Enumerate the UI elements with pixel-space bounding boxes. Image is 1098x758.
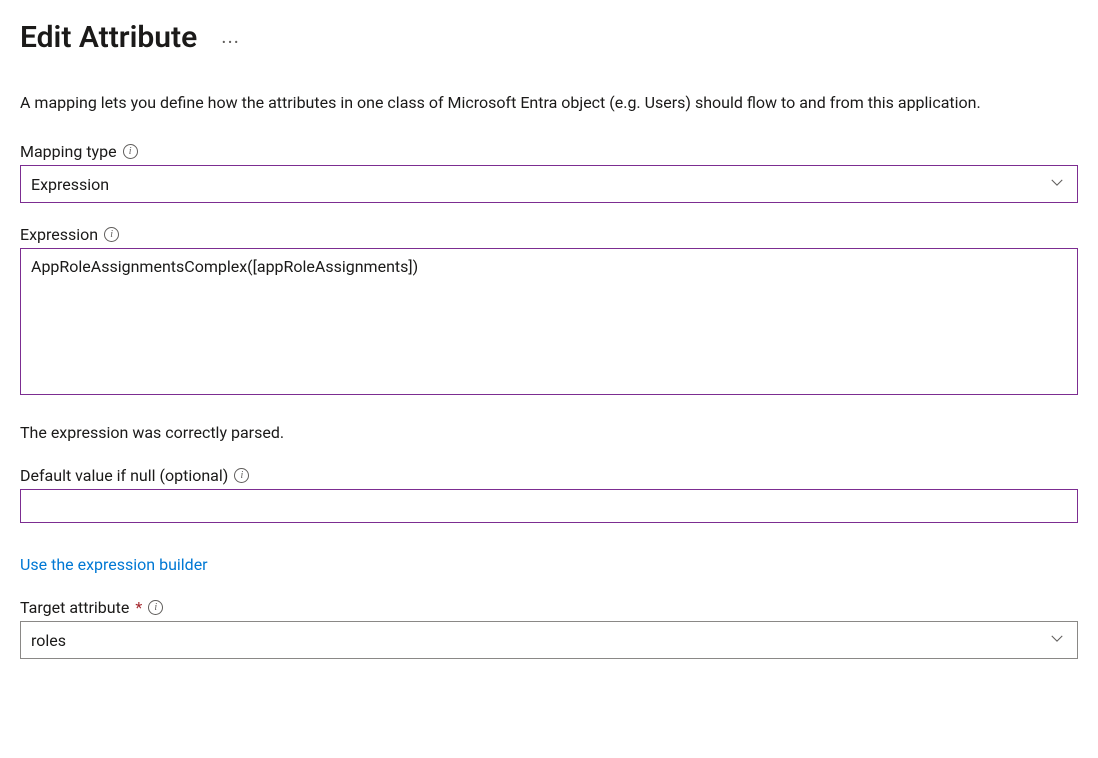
page-title: Edit Attribute [20, 20, 197, 55]
target-attribute-value: roles [20, 621, 1078, 659]
expression-status-text: The expression was correctly parsed. [20, 423, 1078, 442]
expression-label: Expression [20, 225, 98, 244]
target-attribute-label: Target attribute [20, 598, 129, 617]
page-description: A mapping lets you define how the attrib… [20, 91, 1078, 114]
info-icon[interactable] [123, 144, 138, 159]
mapping-type-select[interactable]: Expression [20, 165, 1078, 203]
expression-input[interactable] [20, 248, 1078, 395]
info-icon[interactable] [148, 600, 163, 615]
target-attribute-field-group: Target attribute * roles [20, 598, 1078, 659]
expression-builder-link[interactable]: Use the expression builder [20, 555, 208, 574]
info-icon[interactable] [104, 227, 119, 242]
default-value-input[interactable] [20, 489, 1078, 523]
mapping-type-value: Expression [20, 165, 1078, 203]
mapping-type-label: Mapping type [20, 142, 117, 161]
default-value-field-group: Default value if null (optional) [20, 466, 1078, 523]
more-options-icon[interactable]: ··· [213, 26, 248, 58]
target-attribute-select[interactable]: roles [20, 621, 1078, 659]
mapping-type-field-group: Mapping type Expression [20, 142, 1078, 203]
default-value-label: Default value if null (optional) [20, 466, 228, 485]
expression-field-group: Expression [20, 225, 1078, 399]
info-icon[interactable] [234, 468, 249, 483]
required-indicator: * [135, 598, 142, 617]
